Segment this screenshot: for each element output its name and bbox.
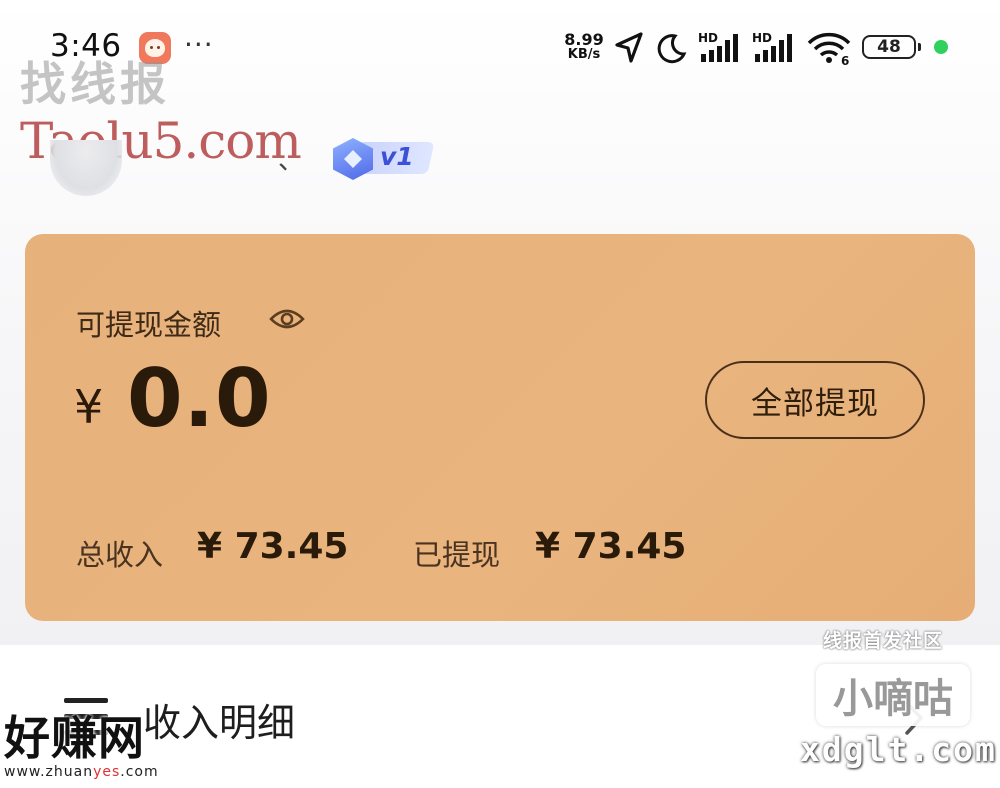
withdrawn-value: ¥ 73.45: [535, 526, 687, 567]
total-income-label: 总收入: [76, 538, 164, 572]
withdrawn-label: 已提现: [413, 538, 501, 572]
svg-text:6: 6: [841, 54, 849, 66]
network-speed: 8.99 KB/s: [564, 30, 604, 63]
more-notifications-icon: ···: [184, 28, 214, 61]
charging-indicator: [934, 40, 948, 54]
total-income-value: ¥ 73.45: [197, 526, 349, 567]
battery-icon: 48: [862, 35, 921, 59]
watermark-logo-right: 小嘀咕: [816, 664, 970, 726]
moon-icon: [657, 34, 687, 64]
vip-level: v1: [380, 142, 414, 171]
watermark-logo-left: 好赚网 www.zhuanyes.com: [4, 711, 159, 780]
currency-symbol: ¥: [74, 380, 104, 434]
signal-hd-icon: HD: [752, 31, 792, 62]
svg-text:HD: HD: [698, 31, 718, 45]
watermark-text: 找线报: [20, 57, 170, 111]
balance-card: 可提现金额 ¥ 0.0 全部提现 总收入 ¥ 73.45 已提现 ¥ 73.45: [25, 234, 975, 621]
wifi-6-icon: 6: [807, 32, 851, 66]
signal-hd-icon: HD: [698, 31, 738, 62]
svg-text:HD: HD: [752, 31, 772, 45]
withdrawable-amount-label: 可提现金额: [76, 308, 222, 342]
location-arrow-icon: [615, 32, 643, 63]
withdrawable-amount: 0.0: [127, 352, 272, 445]
withdraw-all-button[interactable]: 全部提现: [705, 361, 925, 439]
income-detail-title[interactable]: 收入明细: [143, 692, 295, 747]
watermark-url-right: xdglt.com: [800, 730, 997, 769]
username: 、: [278, 146, 305, 176]
eye-icon[interactable]: [269, 306, 305, 332]
watermark-slogan: 线报首发社区: [823, 630, 944, 652]
vip-badge[interactable]: v1: [333, 138, 435, 180]
